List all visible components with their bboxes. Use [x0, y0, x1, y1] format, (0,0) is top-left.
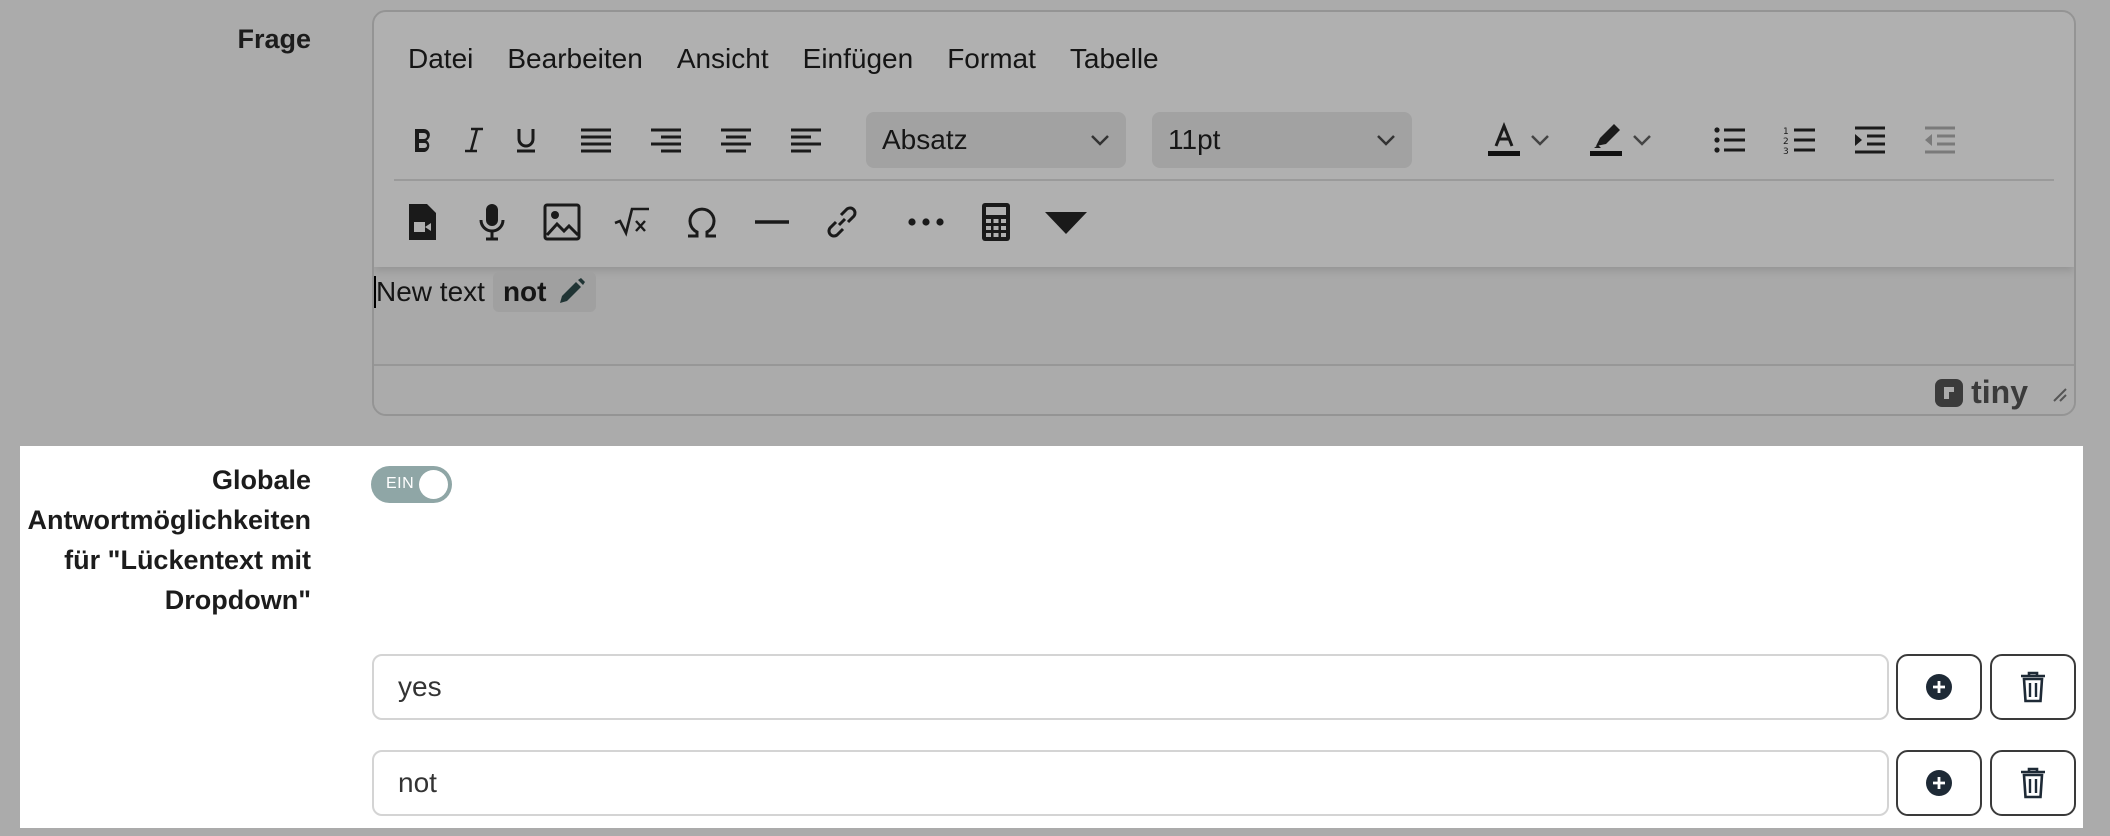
- indent-icon: [1855, 126, 1885, 154]
- svg-text:1: 1: [1783, 127, 1789, 137]
- indent-button[interactable]: [1842, 112, 1898, 168]
- trash-icon: [2021, 767, 2045, 799]
- link-button[interactable]: [814, 194, 870, 250]
- trash-icon: [2021, 671, 2045, 703]
- chevron-down-icon: [1531, 135, 1549, 146]
- toolbar-row-1: Absatz 11pt 123: [394, 112, 2054, 168]
- delete-answer-button[interactable]: [1990, 654, 2076, 720]
- global-options-toggle[interactable]: EIN: [371, 466, 452, 503]
- gap-placeholder[interactable]: not: [492, 272, 597, 312]
- microphone-icon: [479, 204, 505, 241]
- block-format-value: Absatz: [882, 124, 968, 155]
- editor-statusbar: tiny: [374, 364, 2074, 414]
- horizontal-rule-icon: [755, 220, 789, 224]
- align-left-icon: [791, 128, 821, 153]
- text-color-dropdown[interactable]: [1520, 112, 1560, 168]
- formula-button[interactable]: [604, 194, 660, 250]
- block-format-select[interactable]: Absatz: [866, 112, 1126, 168]
- menu-tabelle[interactable]: Tabelle: [1058, 42, 1171, 76]
- tiny-brand-text: tiny: [1971, 374, 2028, 410]
- pencil-icon: [560, 278, 586, 303]
- ellipsis-icon: [908, 218, 944, 226]
- highlight-color-dropdown[interactable]: [1622, 112, 1662, 168]
- omega-icon: [688, 207, 716, 238]
- align-right-icon: [651, 128, 681, 153]
- insert-media-button[interactable]: [394, 194, 450, 250]
- tiny-logo[interactable]: tiny: [1933, 374, 2028, 411]
- gap-text: not: [502, 276, 547, 307]
- special-character-button[interactable]: [674, 194, 730, 250]
- answer-value: yes: [398, 671, 442, 702]
- bullet-list-icon: [1714, 127, 1745, 153]
- underline-button[interactable]: [498, 112, 554, 168]
- svg-text:3: 3: [1783, 147, 1789, 155]
- toggle-knob: [419, 470, 448, 499]
- tiny-logo-icon: [1935, 378, 1964, 407]
- toggle-label: EIN: [386, 475, 415, 492]
- delete-answer-button[interactable]: [1990, 750, 2076, 816]
- calculator-button[interactable]: [968, 194, 1024, 250]
- audio-button[interactable]: [464, 194, 520, 250]
- image-button[interactable]: [534, 194, 590, 250]
- chevron-down-icon: [1633, 135, 1651, 146]
- bullet-list-button[interactable]: [1702, 112, 1758, 168]
- text-color-icon: [1488, 122, 1520, 156]
- caret-down-icon: [1045, 212, 1087, 234]
- svg-text:2: 2: [1783, 137, 1789, 147]
- numbered-list-button[interactable]: 123: [1772, 112, 1828, 168]
- menu-ansicht[interactable]: Ansicht: [665, 42, 781, 76]
- frage-label: Frage: [237, 24, 311, 54]
- align-right-button[interactable]: [638, 112, 694, 168]
- align-center-icon: [721, 128, 751, 153]
- font-size-select[interactable]: 11pt: [1152, 112, 1412, 168]
- toolbar-divider: [394, 179, 2054, 181]
- outdent-button[interactable]: [1912, 112, 1968, 168]
- bold-icon: [415, 129, 430, 152]
- link-icon: [827, 206, 857, 238]
- more-options-button[interactable]: [898, 194, 954, 250]
- dropdown-gap-button[interactable]: [1038, 194, 1094, 250]
- square-root-icon: [614, 207, 649, 237]
- plus-circle-icon: [1926, 770, 1952, 796]
- align-justify-button[interactable]: [568, 112, 624, 168]
- image-icon: [543, 203, 581, 241]
- calculator-icon: [982, 203, 1010, 241]
- resize-grip-icon: [2053, 388, 2067, 402]
- menu-einfuegen[interactable]: Einfügen: [791, 42, 926, 76]
- editor-content[interactable]: New text not: [374, 268, 597, 316]
- outdent-icon: [1925, 126, 1955, 154]
- add-answer-button[interactable]: [1896, 654, 1982, 720]
- menu-bearbeiten[interactable]: Bearbeiten: [495, 42, 654, 76]
- italic-button[interactable]: [446, 112, 502, 168]
- align-justify-icon: [581, 128, 611, 153]
- toolbar-row-2: [394, 194, 2054, 250]
- answer-input[interactable]: yes: [372, 654, 1889, 720]
- horizontal-rule-button[interactable]: [744, 194, 800, 250]
- content-text: New text: [376, 276, 485, 307]
- resize-handle[interactable]: [2048, 383, 2068, 408]
- font-size-value: 11pt: [1168, 124, 1221, 155]
- bold-button[interactable]: [394, 112, 450, 168]
- underline-icon: [517, 129, 535, 153]
- global-options-label: Globale Antwortmöglichkeiten für "Lücken…: [27, 465, 311, 615]
- add-answer-button[interactable]: [1896, 750, 1982, 816]
- answer-input[interactable]: not: [372, 750, 1889, 816]
- rich-text-editor: Datei Bearbeiten Ansicht Einfügen Format…: [372, 10, 2076, 416]
- italic-icon: [465, 127, 483, 153]
- plus-circle-icon: [1926, 674, 1952, 700]
- align-left-button[interactable]: [778, 112, 834, 168]
- align-center-button[interactable]: [708, 112, 764, 168]
- editor-menubar: Datei Bearbeiten Ansicht Einfügen Format…: [396, 42, 1181, 76]
- chevron-down-icon: [1377, 135, 1395, 146]
- editor-header: Datei Bearbeiten Ansicht Einfügen Format…: [374, 12, 2074, 267]
- menu-format[interactable]: Format: [935, 42, 1048, 76]
- numbered-list-icon: 123: [1783, 127, 1815, 155]
- video-file-icon: [409, 204, 436, 240]
- chevron-down-icon: [1091, 135, 1109, 146]
- highlighter-icon: [1590, 124, 1622, 156]
- answer-value: not: [398, 767, 437, 798]
- menu-datei[interactable]: Datei: [396, 42, 485, 76]
